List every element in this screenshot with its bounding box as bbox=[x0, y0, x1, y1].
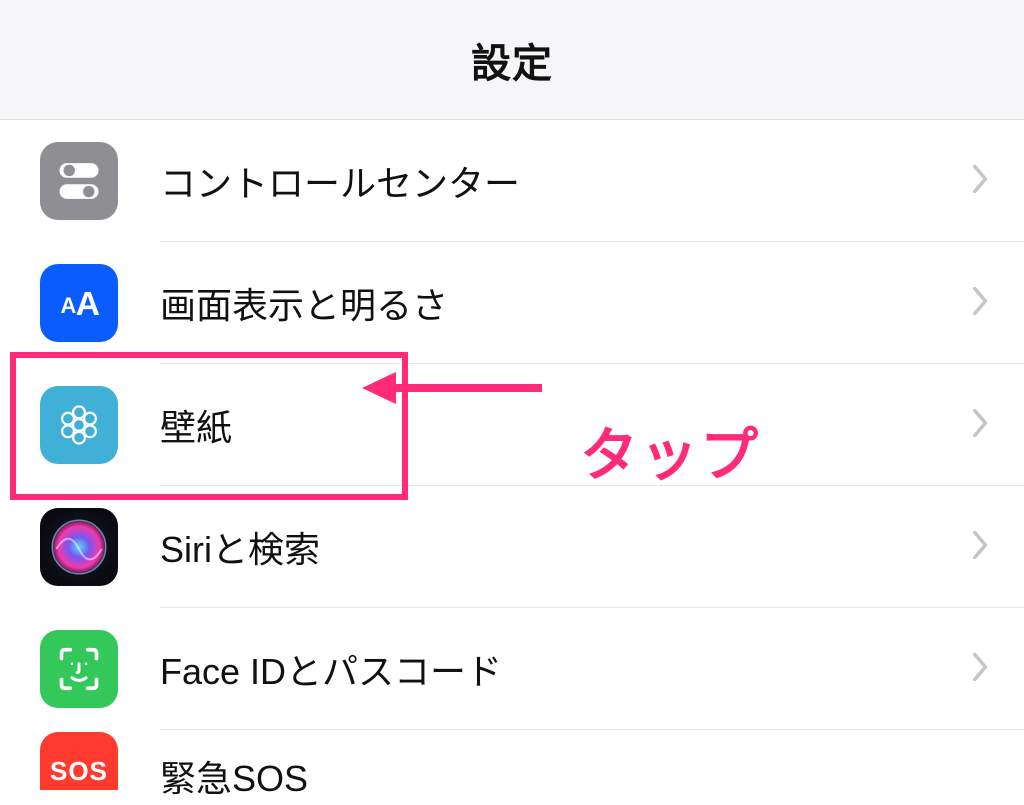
sos-icon-text: SOS bbox=[50, 756, 108, 787]
svg-text:A: A bbox=[60, 293, 76, 318]
chevron-right-icon bbox=[972, 164, 992, 199]
page-title: 設定 bbox=[471, 31, 553, 89]
row-label: Siriと検索 bbox=[160, 521, 960, 573]
settings-screen: 設定 コントロールセンター A A bbox=[0, 0, 1024, 805]
sos-icon: SOS bbox=[40, 732, 118, 790]
row-wallpaper[interactable]: 壁紙 bbox=[0, 364, 1024, 486]
row-control-center[interactable]: コントロールセンター bbox=[0, 120, 1024, 242]
chevron-right-icon bbox=[972, 652, 992, 687]
siri-icon bbox=[40, 508, 118, 586]
display-brightness-icon: A A bbox=[40, 264, 118, 342]
chevron-right-icon bbox=[972, 408, 992, 443]
row-display-brightness[interactable]: A A 画面表示と明るさ bbox=[0, 242, 1024, 364]
chevron-right-icon bbox=[972, 286, 992, 321]
row-label: コントロールセンター bbox=[160, 155, 960, 207]
svg-text:A: A bbox=[76, 285, 100, 323]
control-center-icon bbox=[40, 142, 118, 220]
row-label: 画面表示と明るさ bbox=[160, 277, 960, 329]
row-emergency-sos[interactable]: SOS 緊急SOS bbox=[0, 730, 1024, 790]
row-label: 緊急SOS bbox=[160, 750, 992, 802]
chevron-right-icon bbox=[972, 530, 992, 565]
faceid-icon bbox=[40, 630, 118, 708]
row-faceid-passcode[interactable]: Face IDとパスコード bbox=[0, 608, 1024, 730]
row-label: Face IDとパスコード bbox=[160, 643, 960, 695]
settings-list: コントロールセンター A A 画面表示と明るさ bbox=[0, 120, 1024, 790]
row-siri-search[interactable]: Siriと検索 bbox=[0, 486, 1024, 608]
wallpaper-icon bbox=[40, 386, 118, 464]
settings-header: 設定 bbox=[0, 0, 1024, 120]
row-label: 壁紙 bbox=[160, 399, 960, 451]
